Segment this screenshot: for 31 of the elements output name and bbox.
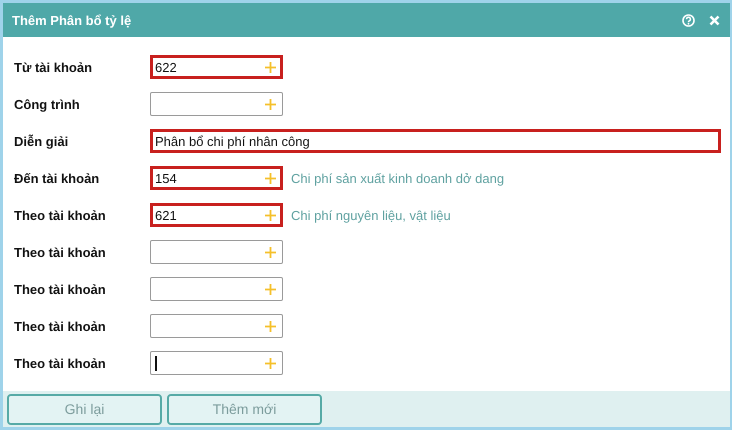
- plus-icon[interactable]: [265, 172, 276, 184]
- account-name-hint: Chi phí sản xuất kinh doanh dở dang: [291, 170, 504, 186]
- field-label: Từ tài khoản: [14, 60, 94, 74]
- account-field[interactable]: [150, 314, 283, 338]
- account-field[interactable]: [150, 92, 283, 116]
- plus-icon[interactable]: [265, 210, 276, 220]
- account-field[interactable]: 622: [150, 55, 283, 79]
- account-field[interactable]: 621: [150, 203, 283, 227]
- account-field[interactable]: [150, 240, 283, 264]
- plus-icon[interactable]: [265, 284, 276, 294]
- account-field[interactable]: [150, 277, 283, 301]
- account-name-hint: Chi phí nguyên liệu, vật liệu: [291, 208, 451, 222]
- account-field[interactable]: [150, 351, 283, 375]
- field-label: Diễn giải: [14, 134, 70, 148]
- close-icon[interactable]: [709, 14, 720, 26]
- field-label: Theo tài khoản: [14, 208, 107, 222]
- field-label: Công trình: [14, 96, 81, 112]
- field-label: Theo tài khoản: [14, 318, 107, 334]
- plus-icon[interactable]: [265, 62, 276, 72]
- description-field[interactable]: Phân bổ chi phí nhân công: [150, 129, 721, 153]
- help-icon[interactable]: [682, 14, 695, 26]
- field-label: Theo tài khoản: [14, 244, 107, 260]
- field-label: Theo tài khoản: [14, 282, 107, 296]
- field-label: Đến tài khoản: [14, 170, 100, 186]
- plus-icon[interactable]: [265, 98, 276, 110]
- field-label: Theo tài khoản: [14, 356, 107, 370]
- plus-icon[interactable]: [265, 320, 276, 332]
- plus-icon[interactable]: [265, 358, 276, 368]
- window-title: Thêm Phân bổ tỷ lệ: [12, 12, 132, 28]
- plus-icon[interactable]: [265, 246, 276, 258]
- account-field[interactable]: 154: [150, 166, 283, 190]
